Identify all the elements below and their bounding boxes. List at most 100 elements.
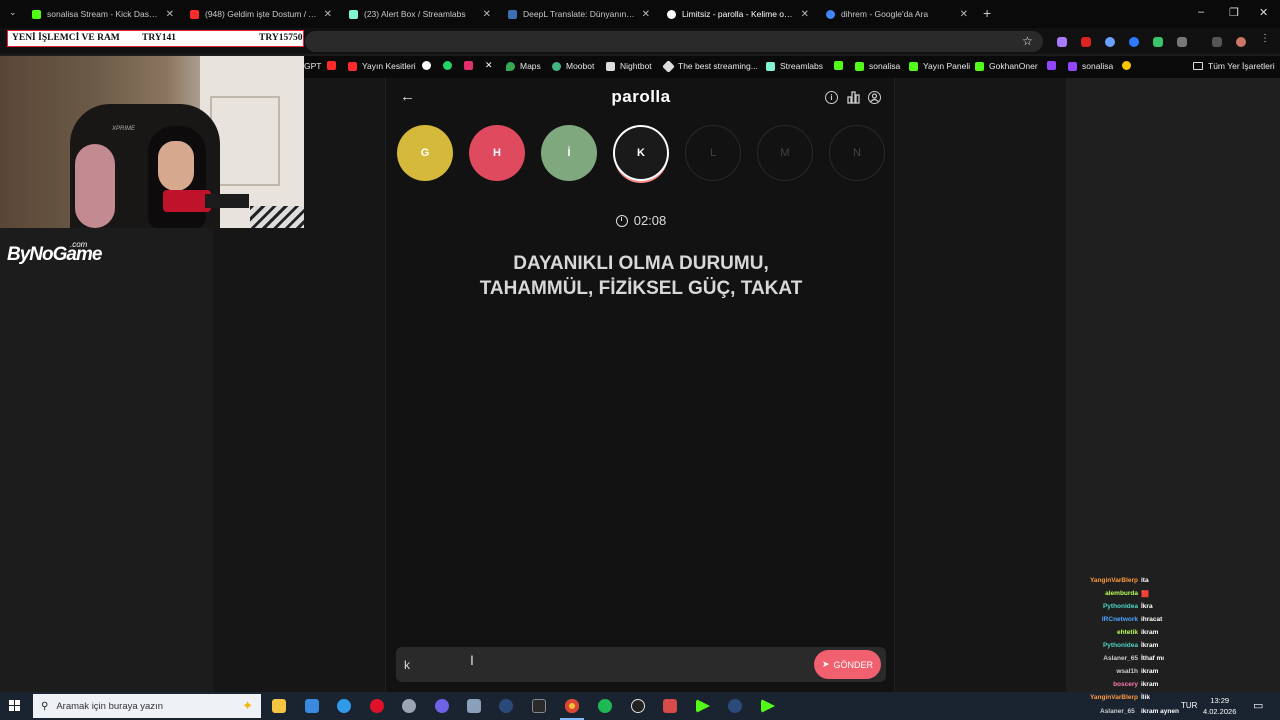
youtube-icon	[348, 61, 357, 71]
sparkle-icon: ✦	[242, 698, 253, 713]
stats-icon[interactable]	[847, 91, 860, 104]
extension-green-icon[interactable]	[1153, 37, 1163, 47]
bookmark-streaming[interactable]: The best streaming...	[662, 59, 758, 73]
app-icon[interactable]	[663, 699, 677, 713]
folder-icon	[1193, 62, 1203, 70]
bookmark-label: The best streaming...	[678, 61, 758, 71]
close-icon[interactable]: ✕	[960, 9, 968, 20]
bookmark-label: sonalisa	[1082, 61, 1114, 71]
bookmark-google[interactable]	[422, 61, 436, 70]
maximize-button[interactable]: ❐	[1229, 6, 1239, 19]
chat-user: ehtetik	[1117, 629, 1138, 636]
spotify-icon[interactable]	[598, 699, 612, 713]
bookmark-maps[interactable]: Maps	[506, 61, 541, 71]
answer-input[interactable]	[404, 655, 784, 674]
address-bar[interactable]	[305, 31, 1043, 52]
file-explorer-icon[interactable]	[272, 699, 286, 713]
stream-chat-last: YanginVarBlerp İlik	[1070, 694, 1270, 707]
tab-title: (23) Alert Box / Streamlabs	[364, 9, 466, 19]
send-icon: ➤	[821, 659, 830, 669]
chat-user: boscery	[1113, 681, 1138, 688]
taskbar-search[interactable]: ⚲ Aramak için buraya yazın ✦	[33, 694, 261, 718]
extension-blue-icon[interactable]	[1129, 37, 1139, 47]
new-tab-button[interactable]: +	[983, 5, 991, 21]
question-line-2: TAHAMMÜL, FİZİKSEL GÜÇ, TAKAT	[479, 278, 803, 299]
discord-icon[interactable]	[435, 699, 449, 713]
close-icon[interactable]: ✕	[801, 9, 809, 20]
tab-google[interactable]: dihrem - Google'da Ara ✕	[826, 4, 968, 24]
edge-icon[interactable]	[337, 699, 351, 713]
goal-current: TRY141	[142, 33, 176, 43]
profile-icon[interactable]	[868, 91, 881, 104]
send-button[interactable]: ➤ GÖNDER	[814, 650, 881, 679]
close-window-button[interactable]: ✕	[1259, 6, 1268, 19]
close-icon[interactable]: ✕	[483, 9, 491, 20]
bookmark-sonalisa-twitch[interactable]: sonalisa	[1068, 61, 1113, 71]
twitch-icon	[1047, 61, 1056, 70]
screen: ⌄ sonalisa Stream - Kick Dashboard ✕ (94…	[0, 0, 1280, 720]
close-icon[interactable]: ✕	[166, 9, 174, 20]
bookmark-moobot[interactable]: Moobot	[552, 61, 594, 71]
settings-icon[interactable]	[402, 699, 416, 713]
letter-h: H	[469, 125, 525, 181]
tab-youtube[interactable]: (948) Geldim işte Dostum / Aslı ✕	[190, 4, 332, 24]
extension-wave-icon[interactable]	[1105, 37, 1115, 47]
tab-streamlabs[interactable]: (23) Alert Box / Streamlabs ✕	[349, 4, 491, 24]
bookmark-emoji[interactable]	[1122, 61, 1136, 70]
bookmark-sonalisa-kick[interactable]: sonalisa	[855, 61, 900, 71]
profile-avatar-icon[interactable]	[1236, 37, 1246, 47]
tab-search-chevron-icon[interactable]: ⌄	[9, 7, 17, 18]
letter-label: L	[709, 147, 717, 159]
extension-pen-icon[interactable]	[1057, 37, 1067, 47]
bookmark-kick[interactable]	[834, 61, 848, 70]
tab-kick-dashboard[interactable]: sonalisa Stream - Kick Dashboard ✕	[32, 4, 174, 24]
bookmark-whatsapp[interactable]	[443, 61, 457, 70]
bookmark-gokhanoner[interactable]: GokhanOner	[975, 61, 1038, 71]
bookmark-instagram[interactable]	[464, 61, 478, 70]
tab-deepl[interactable]: DeepL Translate: Dünyanın en ✕	[508, 4, 650, 24]
tab-title: (948) Geldim işte Dostum / Aslı	[205, 9, 319, 19]
bookmark-yayin-kesitleri[interactable]: Yayın Kesitleri	[348, 61, 416, 71]
opera-icon[interactable]	[370, 699, 384, 713]
bynogame-logo: ByNoGame .com	[7, 240, 102, 266]
extension-red-icon[interactable]	[1081, 37, 1091, 47]
kick-icon[interactable]	[696, 699, 710, 713]
streamlabs-icon	[349, 9, 358, 19]
extensions-puzzle-icon[interactable]	[1177, 37, 1187, 47]
reading-list-icon[interactable]	[1212, 37, 1222, 47]
tab-title: sonalisa Stream - Kick Dashboard	[47, 9, 161, 19]
all-bookmarks[interactable]: Tüm Yer İşaretleri	[1193, 61, 1275, 71]
kick-icon	[975, 61, 984, 71]
info-icon[interactable]: i	[825, 91, 838, 104]
bookmark-star-icon[interactable]: ☆	[1022, 34, 1033, 48]
steam-icon[interactable]	[499, 699, 513, 713]
windows-start-icon[interactable]	[9, 700, 21, 712]
answer-bar: I ➤GÖNDER	[396, 647, 886, 682]
kick-icon[interactable]	[761, 699, 775, 713]
chat-message: ehtetik ikram	[1070, 629, 1270, 642]
moobot-icon	[552, 61, 561, 71]
obs-icon[interactable]	[631, 699, 645, 713]
close-icon[interactable]: ✕	[324, 9, 332, 20]
store-icon[interactable]	[305, 699, 319, 713]
chat-message: wsal1h ikram	[1070, 668, 1270, 681]
bookmark-nightbot[interactable]: Nightbot	[606, 61, 652, 71]
bookmark-streamlabs[interactable]: Streamlabs	[766, 61, 823, 71]
bookmark-twitch[interactable]	[1047, 61, 1061, 70]
chat-text: İkram	[1141, 642, 1159, 649]
app-icon[interactable]	[467, 699, 481, 713]
bookmark-gpt[interactable]: GPT	[304, 61, 321, 71]
epic-games-icon[interactable]	[532, 699, 546, 713]
letter-i: İ	[541, 125, 597, 181]
minimize-button[interactable]: –	[1198, 6, 1204, 18]
chrome-icon[interactable]	[565, 699, 579, 713]
tab-title: dihrem - Google'da Ara	[841, 9, 929, 19]
bookmark-yayin-paneli[interactable]: Yayın Paneli	[909, 61, 970, 71]
bookmark-youtube[interactable]	[327, 61, 341, 70]
menu-kebab-icon[interactable]: ⋮	[1260, 33, 1270, 44]
steam-icon[interactable]	[728, 699, 742, 713]
goal-target: TRY15750	[259, 33, 303, 43]
bookmark-x[interactable]: ✕	[485, 61, 499, 70]
close-icon[interactable]: ✕	[642, 9, 650, 20]
tab-parolla[interactable]: Limitsiz - parolla - Kelime oyun ✕	[667, 4, 809, 24]
